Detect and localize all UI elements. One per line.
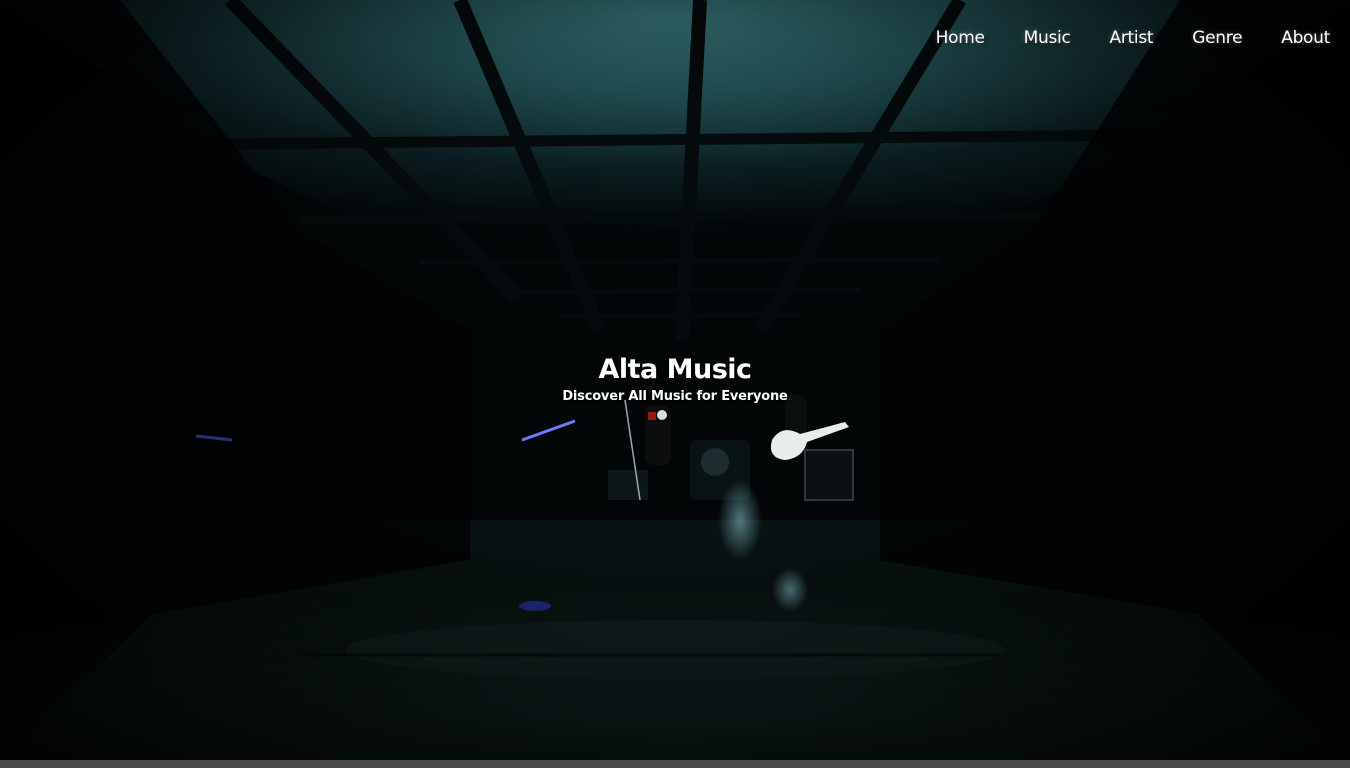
main-navigation: Home Music Artist Genre About	[897, 28, 1331, 48]
nav-item-music[interactable]: Music	[1024, 28, 1071, 48]
bottom-bar	[0, 760, 1350, 768]
nav-item-artist[interactable]: Artist	[1110, 28, 1154, 48]
hero-title: Alta Music	[598, 354, 752, 385]
nav-item-genre[interactable]: Genre	[1192, 28, 1242, 48]
hero-text-block: Alta Music Discover All Music for Everyo…	[0, 352, 1350, 406]
landing-page: Home Music Artist Genre About Alta Music…	[0, 0, 1350, 768]
nav-item-about[interactable]: About	[1281, 28, 1330, 48]
hero-subtitle: Discover All Music for Everyone	[562, 389, 788, 404]
nav-item-home[interactable]: Home	[936, 28, 985, 48]
